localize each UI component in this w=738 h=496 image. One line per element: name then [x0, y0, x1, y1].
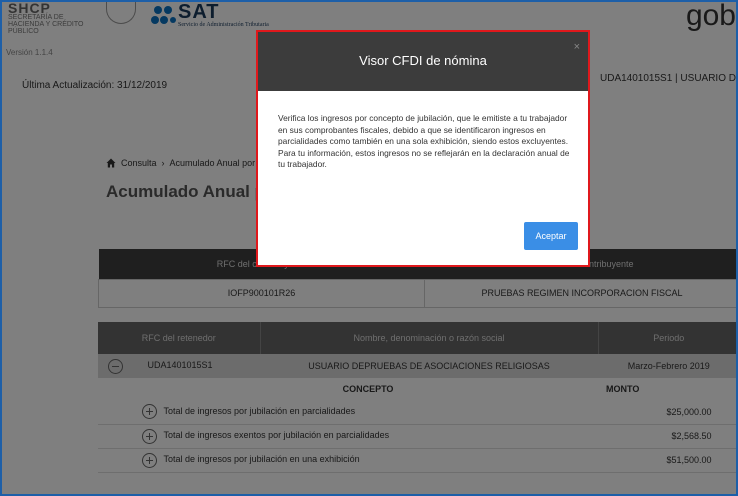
- accept-button[interactable]: Aceptar: [524, 222, 578, 250]
- close-icon[interactable]: ×: [574, 32, 580, 62]
- modal-message-2: Para tu información, estos ingresos no s…: [278, 147, 570, 170]
- cfdi-modal: Visor CFDI de nómina × Verifica los ingr…: [256, 30, 590, 267]
- modal-title: Visor CFDI de nómina: [359, 53, 487, 68]
- browser-frame: SHCP SECRETARÍA DE HACIENDA Y CRÉDITO PÚ…: [0, 0, 738, 496]
- modal-body: Verifica los ingresos por concepto de ju…: [258, 91, 588, 171]
- modal-message-1: Verifica los ingresos por concepto de ju…: [278, 113, 569, 146]
- modal-header: Visor CFDI de nómina ×: [258, 32, 588, 91]
